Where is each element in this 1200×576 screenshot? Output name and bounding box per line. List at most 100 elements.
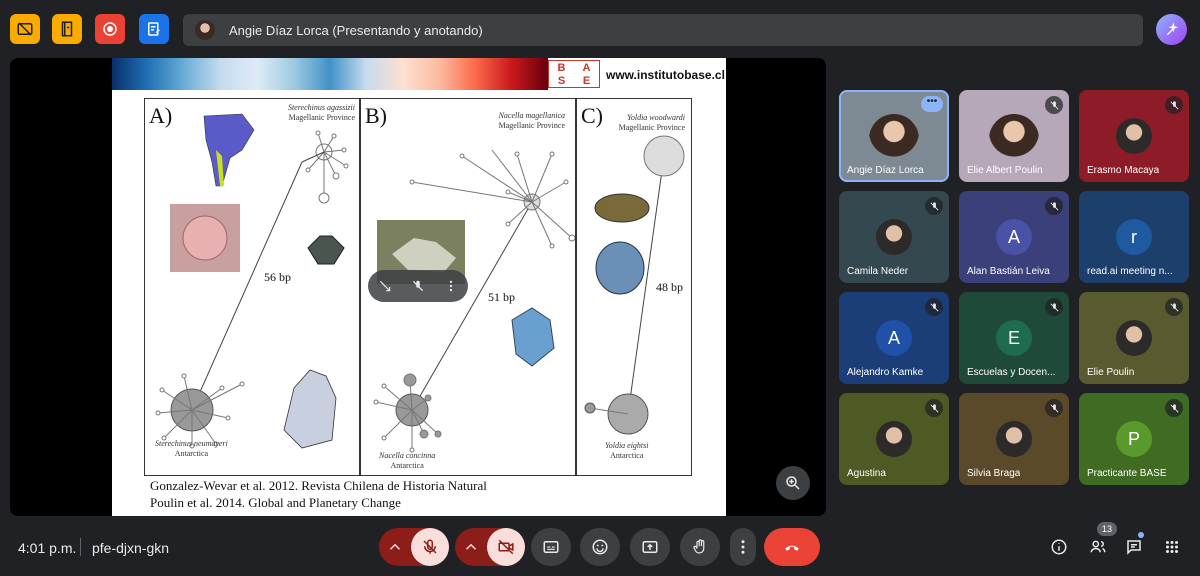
participant-tile[interactable]: A Alan Bastián Leiva (959, 191, 1069, 283)
mic-off-icon (1165, 96, 1183, 114)
mic-off-icon (925, 399, 943, 417)
panel-a: A) Sterechinus agassizii Magellanic Provi… (144, 98, 360, 476)
panel-b-label: B) (365, 103, 387, 128)
citation-2: Poulin et al. 2014. Global and Planetary… (150, 495, 401, 510)
participant-name: Elie Poulin (1087, 367, 1135, 378)
mic-off-icon (1045, 197, 1063, 215)
participant-tile[interactable]: ••• Angie Díaz Lorca (839, 90, 949, 182)
participant-name: Practicante BASE (1087, 468, 1167, 479)
leave-call-button[interactable] (764, 528, 820, 566)
panel-a-label: A) (149, 103, 173, 128)
panel-a-bp: 56 bp (264, 270, 291, 284)
presenter-banner: Angie Díaz Lorca (Presentando y anotando… (183, 14, 1143, 46)
mic-off-icon (1165, 399, 1183, 417)
participant-tile[interactable]: Silvia Braga (959, 393, 1069, 485)
participant-name: Elie Albert Poulin (967, 165, 1043, 176)
participant-name: read.ai meeting n... (1087, 266, 1173, 277)
panel-c-bp: 48 bp (656, 280, 683, 294)
bottom-bar: 4:01 p.m. pfe-djxn-gkn (0, 516, 1200, 576)
collapse-icon[interactable] (378, 279, 392, 293)
panel-a-bottom-species: Sterechinus neumayeri Antarctica (155, 439, 228, 458)
participant-avatar: A (996, 219, 1032, 255)
panel-c-label: C) (581, 103, 603, 128)
camera-control-group (455, 528, 525, 566)
participant-tile[interactable]: P Practicante BASE (1079, 393, 1189, 485)
presenter-text: Angie Díaz Lorca (Presentando y anotando… (229, 22, 483, 38)
participant-tile[interactable]: Agustina (839, 393, 949, 485)
activities-icon[interactable] (1161, 536, 1183, 558)
captions-off-icon[interactable] (10, 14, 40, 44)
participant-photo (1116, 320, 1152, 356)
mic-off-icon (925, 197, 943, 215)
recording-icon[interactable] (95, 14, 125, 44)
hand-icon (693, 539, 705, 554)
participant-tile[interactable]: Erasmo Macaya (1079, 90, 1189, 182)
divider (80, 538, 81, 556)
participant-photo (996, 421, 1032, 457)
emoji-icon (592, 539, 608, 555)
citation-1: Gonzalez-Wevar et al. 2012. Revista Chil… (150, 478, 487, 493)
present-screen-icon (642, 541, 658, 553)
participant-count-badge: 13 (1097, 522, 1117, 536)
top-bar: Angie Díaz Lorca (Presentando y anotando… (0, 0, 1200, 58)
participant-name: Alejandro Kamke (847, 367, 924, 378)
panel-b-bp: 51 bp (488, 290, 515, 304)
people-icon[interactable] (1087, 536, 1109, 558)
participant-tile[interactable]: A Alejandro Kamke (839, 292, 949, 384)
raise-hand-button[interactable] (680, 528, 720, 566)
more-options-icon[interactable] (444, 279, 458, 293)
mic-off-button[interactable] (411, 528, 449, 566)
camera-off-button[interactable] (487, 528, 525, 566)
clock: 4:01 p.m. (18, 540, 77, 556)
notes-icon[interactable] (139, 14, 169, 44)
captions-icon (543, 541, 559, 553)
mic-off-icon (1045, 399, 1063, 417)
panel-c-species: Yoldia woodwardi Magellanic Province (618, 113, 685, 132)
participant-video (869, 114, 919, 164)
participant-avatar: r (1116, 219, 1152, 255)
ai-assistant-button[interactable] (1156, 14, 1187, 45)
zoom-in-icon[interactable] (776, 466, 810, 500)
participant-avatar: E (996, 320, 1032, 356)
mic-off-icon[interactable] (411, 279, 425, 293)
panel-b-bottom-species: Nacella concinna Antarctica (379, 451, 436, 470)
captions-button[interactable] (531, 528, 571, 566)
mic-off-icon (1165, 298, 1183, 316)
meeting-info-icon[interactable] (1048, 536, 1070, 558)
companion-mode-icon[interactable] (52, 14, 82, 44)
participant-avatar: A (876, 320, 912, 356)
participant-photo (876, 219, 912, 255)
participant-photo (876, 421, 912, 457)
mic-off-icon (1045, 96, 1063, 114)
end-call-icon (785, 545, 799, 551)
reactions-button[interactable] (580, 528, 620, 566)
mic-control-group (379, 528, 449, 566)
video-overlay-controls (368, 270, 468, 302)
camera-options-chevron-icon[interactable] (455, 528, 487, 566)
chat-icon[interactable] (1123, 536, 1145, 558)
present-button[interactable] (630, 528, 670, 566)
participant-name: Escuelas y Docen... (967, 367, 1056, 378)
mic-options-chevron-icon[interactable] (379, 528, 411, 566)
panel-a-species: Sterechinus agassizii Magellanic Province (287, 103, 355, 122)
participant-name: Silvia Braga (967, 468, 1021, 479)
panel-c-bottom-species: Yoldia eightsi Antarctica (605, 441, 649, 460)
more-options-button[interactable] (730, 528, 756, 566)
presenter-avatar (195, 20, 215, 40)
participant-video (989, 114, 1039, 164)
shared-screen: BA SE www.institutobase.cl A) Sterechinu… (10, 58, 826, 516)
mic-off-icon (925, 298, 943, 316)
participant-avatar: P (1116, 421, 1152, 457)
panel-b-species: Nacella magellanica Magellanic Province (498, 111, 565, 130)
mic-off-icon (1045, 298, 1063, 316)
participant-photo (1116, 118, 1152, 154)
meeting-code: pfe-djxn-gkn (92, 540, 170, 556)
participant-tile[interactable]: Elie Albert Poulin (959, 90, 1069, 182)
participant-tile[interactable]: r read.ai meeting n... (1079, 191, 1189, 283)
participant-name: Agustina (847, 468, 886, 479)
participant-tile[interactable]: E Escuelas y Docen... (959, 292, 1069, 384)
participant-name: Erasmo Macaya (1087, 165, 1160, 176)
participant-tile[interactable]: Elie Poulin (1079, 292, 1189, 384)
tile-options-icon[interactable]: ••• (921, 96, 943, 112)
participant-tile[interactable]: Camila Neder (839, 191, 949, 283)
